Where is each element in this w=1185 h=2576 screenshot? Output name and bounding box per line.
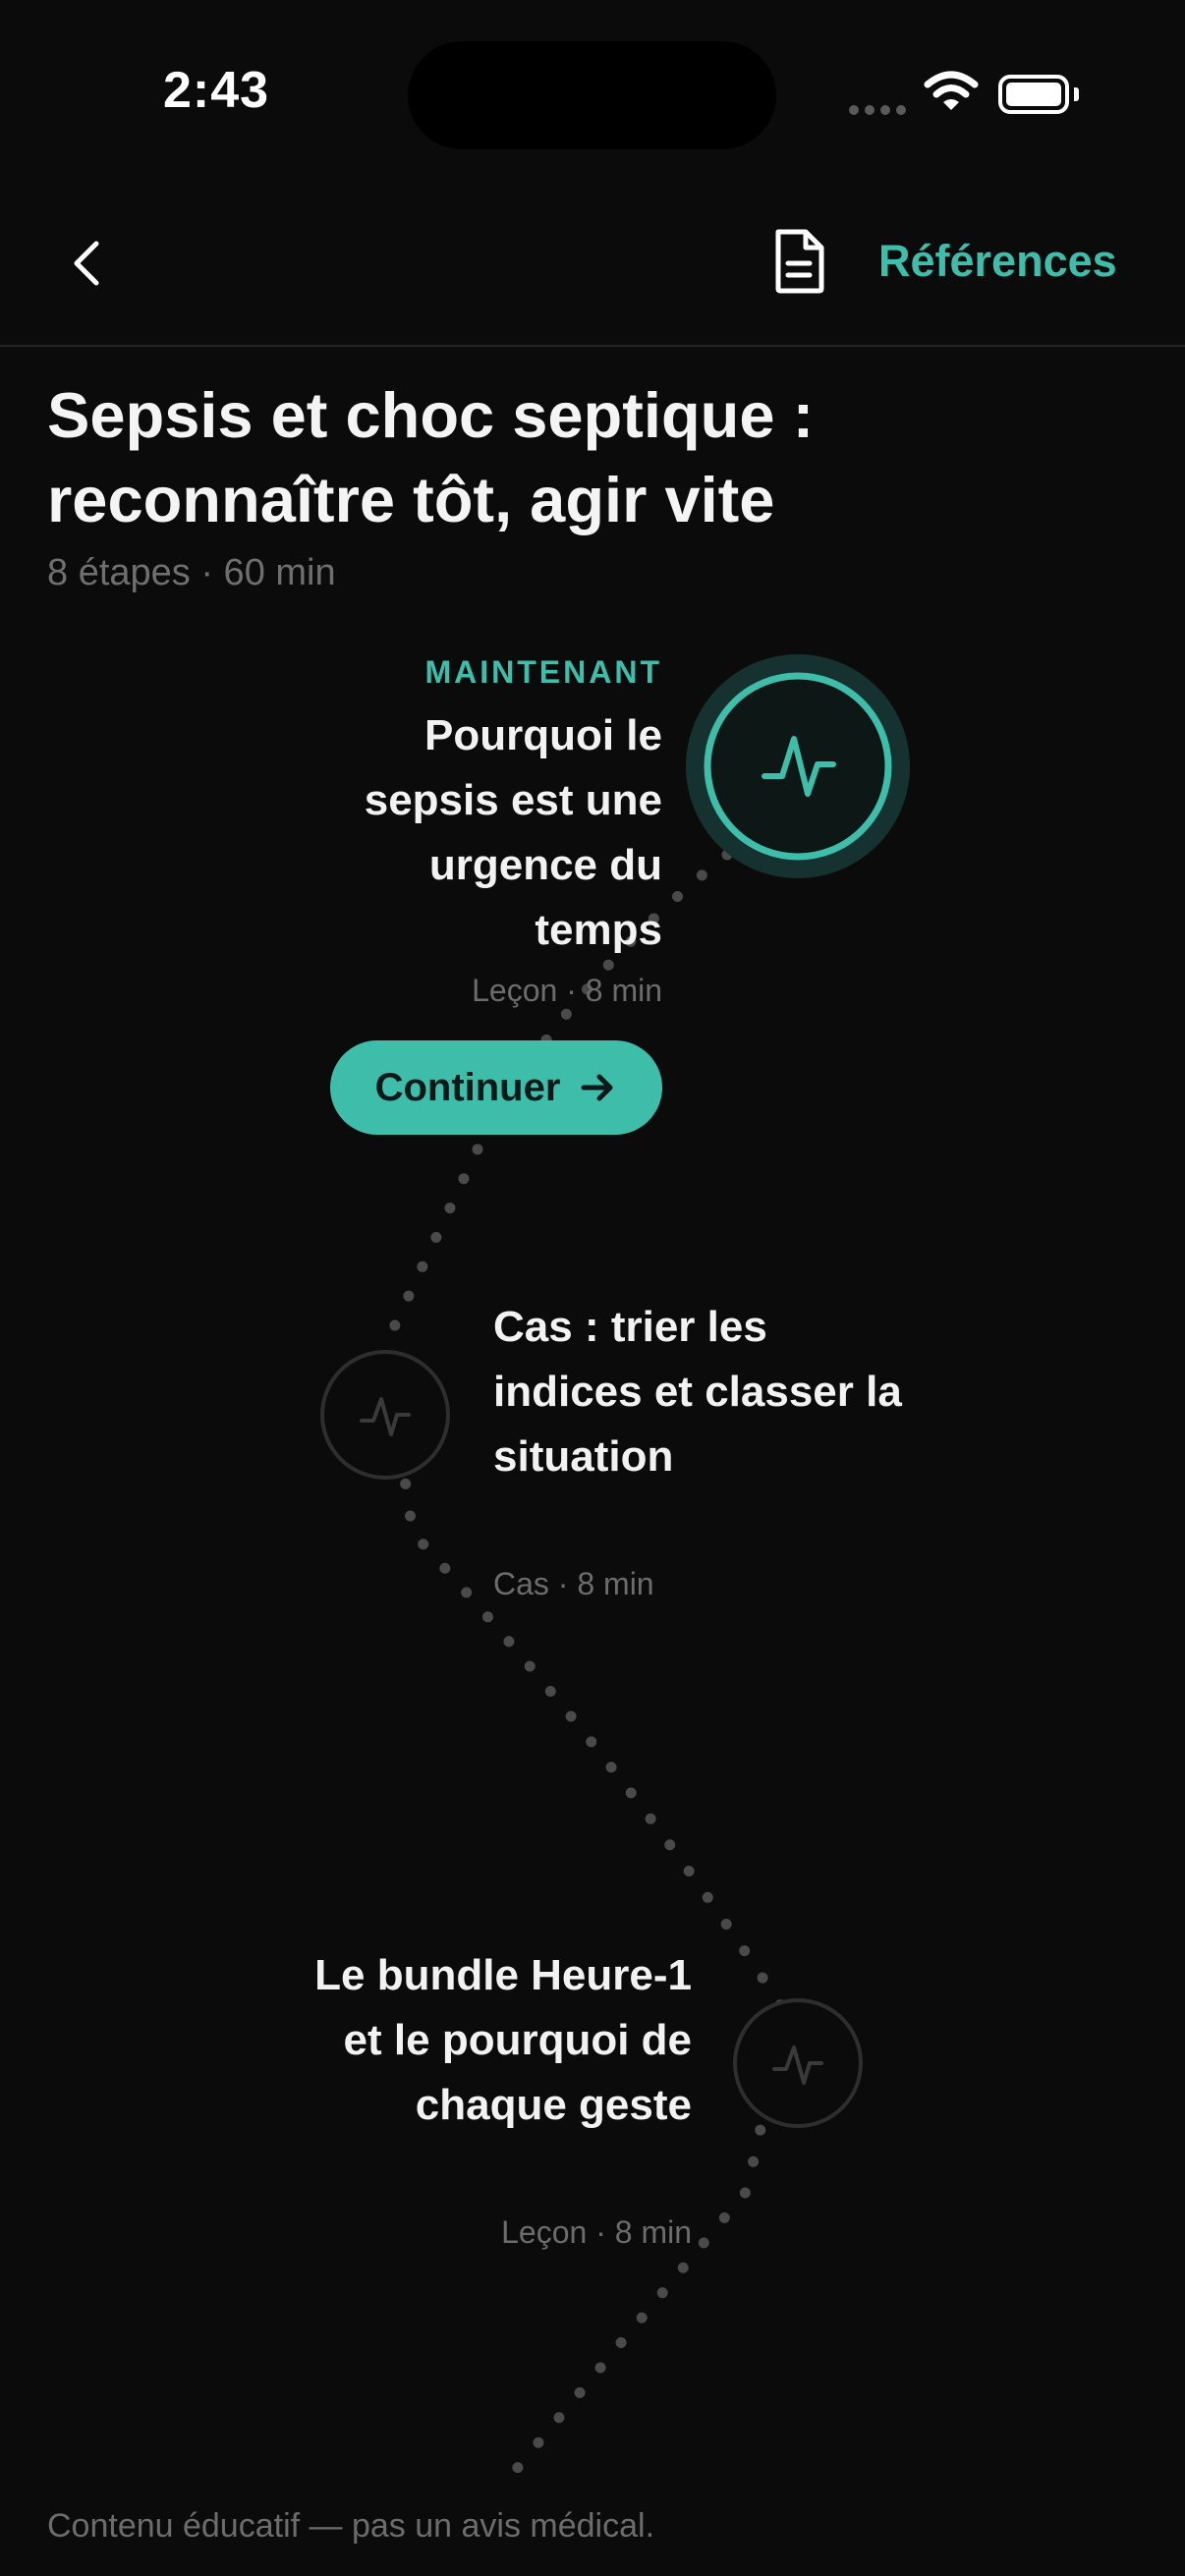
continue-label: Continuer <box>374 1065 561 1109</box>
step-meta: Cas · 8 min <box>493 1566 654 1601</box>
learning-path <box>320 654 910 2482</box>
step-title[interactable]: Pourquoi le sepsis est une urgence du te… <box>295 703 662 963</box>
step-node-current[interactable] <box>686 654 910 878</box>
step-title[interactable]: Cas : trier les indices et classer la si… <box>493 1295 906 1489</box>
step-node-3[interactable] <box>733 1998 863 2128</box>
arrow-right-icon <box>581 1074 613 1101</box>
step-title[interactable]: Le bundle Heure-1 et le pourquoi de chaq… <box>295 1943 692 2138</box>
step-meta: Leçon · 8 min <box>501 2214 692 2250</box>
current-step-tag: MAINTENANT <box>424 654 662 690</box>
step-node-2[interactable] <box>320 1350 450 1480</box>
medical-disclaimer: Contenu éducatif — pas un avis médical. <box>47 2507 655 2545</box>
continue-button[interactable]: Continuer <box>330 1040 662 1135</box>
step-meta: Leçon · 8 min <box>472 973 662 1008</box>
